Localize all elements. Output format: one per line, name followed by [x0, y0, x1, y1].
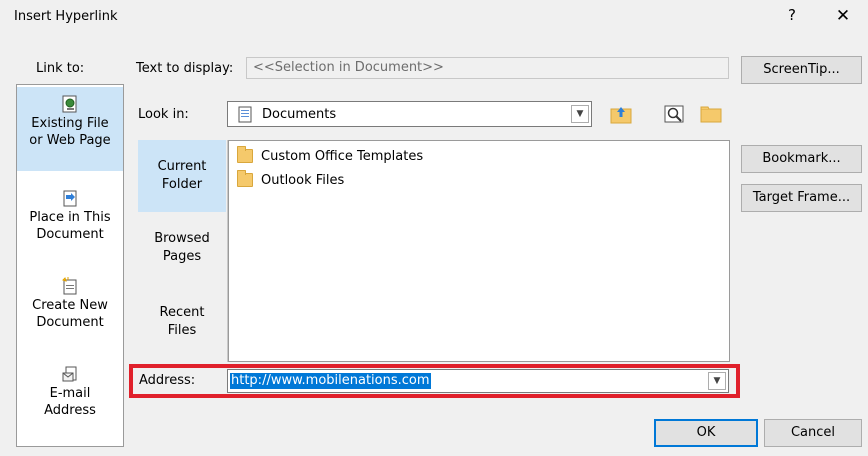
tab-recent-line1: Recent — [159, 305, 205, 320]
look-in-select[interactable]: Documents ▼ — [227, 101, 592, 127]
existing-file-icon — [62, 95, 77, 113]
tab-browsed-pages[interactable]: Browsed Pages — [138, 230, 226, 270]
link-to-create-line2: Document — [36, 315, 104, 330]
dialog-title: Insert Hyperlink — [14, 9, 118, 24]
file-name: Custom Office Templates — [261, 148, 424, 164]
link-to-email-address[interactable]: E-mail Address — [17, 365, 123, 435]
look-in-value: Documents — [262, 107, 337, 122]
link-to-existing-file[interactable]: Existing File or Web Page — [17, 87, 123, 171]
list-item[interactable]: Custom Office Templates — [237, 146, 423, 166]
tab-browsed-line1: Browsed — [154, 231, 210, 246]
tab-current-folder-line2: Folder — [161, 177, 203, 192]
link-to-panel: Existing File or Web Page Place in This … — [16, 84, 124, 447]
tab-current-folder-line1: Current — [157, 159, 207, 174]
list-item[interactable]: Outlook Files — [237, 170, 344, 190]
ok-button[interactable]: OK — [654, 419, 758, 447]
link-to-email-line1: E-mail — [49, 386, 91, 401]
target-frame-button[interactable]: Target Frame... — [741, 184, 862, 212]
cancel-button[interactable]: Cancel — [764, 419, 862, 447]
address-label: Address: — [139, 373, 196, 388]
folder-icon — [237, 146, 253, 163]
bookmark-button[interactable]: Bookmark... — [741, 145, 862, 173]
link-to-existing-file-line1: Existing File — [31, 116, 109, 131]
email-address-icon — [62, 366, 77, 382]
close-icon[interactable]: ✕ — [832, 6, 854, 28]
browse-web-icon[interactable] — [660, 101, 690, 127]
text-to-display-label: Text to display: — [136, 61, 234, 76]
link-to-create-new-document[interactable]: Create New Document — [17, 277, 123, 347]
create-new-document-icon — [62, 277, 77, 295]
place-in-document-icon — [63, 190, 77, 207]
source-tabs: Current Folder Browsed Pages Recent File… — [138, 140, 228, 362]
help-button[interactable]: ? — [782, 6, 802, 28]
link-to-place-in-document[interactable]: Place in This Document — [17, 189, 123, 259]
link-to-place-line1: Place in This — [29, 210, 111, 225]
link-to-existing-file-line2: or Web Page — [29, 133, 111, 148]
link-to-email-line2: Address — [44, 403, 96, 418]
chevron-down-icon[interactable]: ▼ — [708, 372, 726, 390]
tab-recent-files[interactable]: Recent Files — [138, 304, 226, 344]
tab-recent-line2: Files — [167, 323, 197, 338]
address-value: http://www.mobilenations.com — [230, 373, 431, 389]
address-field[interactable]: http://www.mobilenations.com ▼ — [227, 369, 729, 393]
file-name: Outlook Files — [261, 172, 345, 188]
link-to-place-line2: Document — [36, 227, 104, 242]
screentip-button[interactable]: ScreenTip... — [741, 56, 862, 84]
up-one-folder-icon[interactable] — [606, 101, 636, 127]
link-to-create-line1: Create New — [32, 298, 108, 313]
look-in-label: Look in: — [138, 107, 189, 122]
chevron-down-icon[interactable]: ▼ — [571, 105, 589, 123]
browse-file-icon[interactable] — [696, 101, 726, 127]
tab-browsed-line2: Pages — [162, 249, 202, 264]
text-to-display-field[interactable]: <<Selection in Document>> — [246, 57, 729, 79]
tab-current-folder[interactable]: Current Folder — [138, 140, 226, 212]
link-to-label: Link to: — [36, 61, 85, 76]
documents-icon — [238, 106, 252, 123]
folder-icon — [237, 170, 253, 187]
file-list[interactable]: Custom Office Templates Outlook Files — [228, 140, 730, 362]
